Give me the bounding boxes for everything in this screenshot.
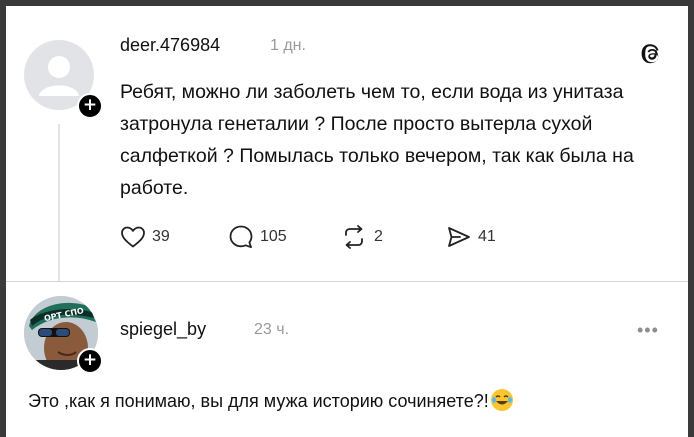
share-count: 41: [478, 228, 496, 245]
threads-icon[interactable]: [640, 42, 664, 66]
follow-plus-icon[interactable]: +: [77, 348, 103, 374]
reply-username[interactable]: spiegel_by: [120, 319, 206, 340]
repost-count: 2: [374, 228, 383, 245]
thread-connector-line: [58, 124, 60, 282]
divider: [6, 281, 688, 282]
reply-text-content: Это ,как я понимаю, вы для мужа историю …: [28, 391, 489, 411]
send-icon: [448, 227, 470, 247]
more-options-icon[interactable]: •••: [637, 320, 659, 341]
laughing-tears-emoji-icon: [490, 389, 513, 411]
heart-icon: [121, 226, 145, 248]
thread-card: + deer.476984 1 дн. Ребят, можно ли забо…: [6, 6, 688, 437]
reply-text: Это ,как я понимаю, вы для мужа историю …: [28, 389, 513, 412]
reply-time: 23 ч.: [254, 321, 290, 338]
like-count: 39: [152, 228, 170, 245]
like-button[interactable]: 39: [120, 224, 170, 250]
comment-button[interactable]: 105: [228, 224, 287, 250]
post-text: Ребят, можно ли заболеть чем то, если во…: [120, 81, 634, 199]
post-username[interactable]: deer.476984: [120, 35, 220, 56]
follow-plus-icon[interactable]: +: [77, 93, 103, 119]
comment-icon: [229, 225, 253, 249]
repost-button[interactable]: 2: [340, 224, 383, 250]
post-time: 1 дн.: [270, 37, 306, 54]
comment-count: 105: [260, 228, 287, 245]
repost-icon: [345, 225, 363, 249]
share-button[interactable]: 41: [446, 224, 496, 250]
